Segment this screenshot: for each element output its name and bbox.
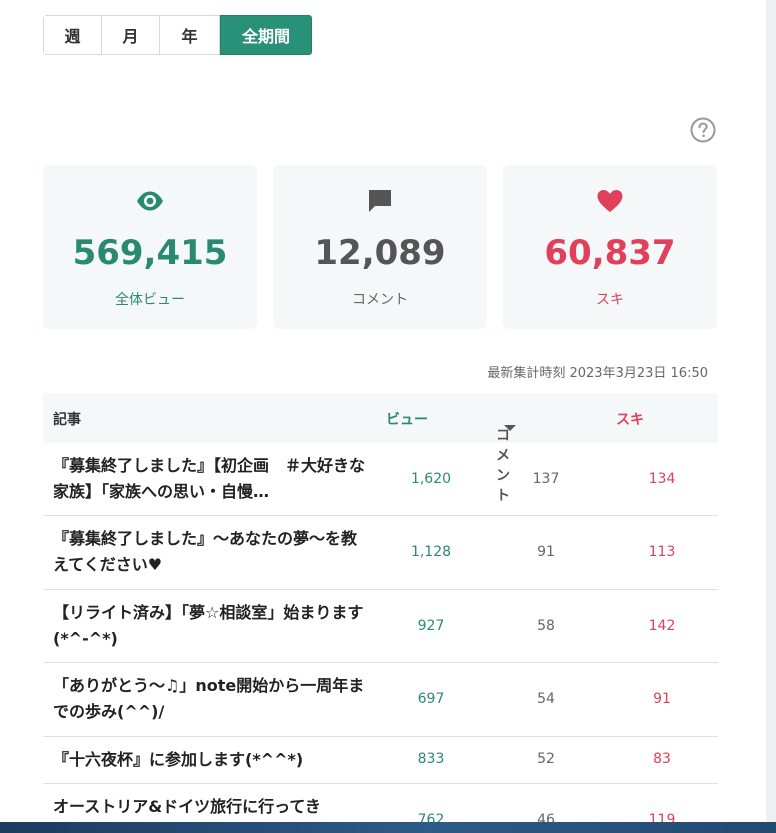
article-likes: 83 bbox=[653, 751, 671, 767]
table-row: 【リライト済み】「夢☆相談室」始まります(*^-^*) 927 58 142 bbox=[43, 590, 718, 663]
article-views: 927 bbox=[417, 618, 445, 634]
comment-icon bbox=[273, 187, 487, 215]
total-likes-label: スキ bbox=[596, 292, 624, 308]
article-views: 762 bbox=[417, 812, 445, 822]
article-likes: 119 bbox=[648, 812, 676, 822]
article-views: 833 bbox=[417, 751, 445, 767]
period-tabs: 週 月 年 全期間 bbox=[43, 15, 312, 55]
article-likes: 134 bbox=[648, 471, 676, 487]
table-row: 『募集終了しました』【初企画 ＃大好きな家族】「家族への思い・自慢… 1,620… bbox=[43, 443, 718, 516]
article-likes: 142 bbox=[648, 618, 676, 634]
article-comments: 58 bbox=[537, 618, 555, 634]
total-views-value: 569,415 bbox=[72, 233, 228, 273]
tab-year[interactable]: 年 bbox=[160, 16, 220, 54]
table-row: オーストリア&ドイツ旅行に行ってき 762 46 119 bbox=[43, 784, 718, 822]
tab-month[interactable]: 月 bbox=[102, 16, 160, 54]
likes-stat-card: 60,837 スキ bbox=[503, 165, 717, 329]
article-comments: 54 bbox=[537, 691, 555, 707]
article-title-link[interactable]: 『募集終了しました』【初企画 ＃大好きな家族】「家族への思い・自慢… bbox=[53, 453, 373, 505]
article-views: 1,128 bbox=[410, 544, 452, 560]
total-comments-value: 12,089 bbox=[314, 233, 446, 273]
sort-desc-icon bbox=[504, 425, 516, 431]
tab-all-time[interactable]: 全期間 bbox=[220, 15, 312, 55]
article-title-link[interactable]: 「ありがとう～♫」note開始から一周年までの歩み(^^)/ bbox=[53, 673, 373, 725]
article-title-link[interactable]: 『十六夜杯』に参加します(*^^*) bbox=[53, 747, 373, 773]
article-title-link[interactable]: 『募集終了しました』～あなたの夢～を教えてください♥ bbox=[53, 526, 373, 578]
article-likes: 113 bbox=[648, 544, 676, 560]
comments-stat-card: 12,089 コメント bbox=[273, 165, 487, 329]
column-header-views[interactable]: ビュー bbox=[386, 409, 428, 429]
last-updated-timestamp: 最新集計時刻 2023年3月23日 16:50 bbox=[487, 366, 708, 381]
table-row: 『十六夜杯』に参加します(*^^*) 833 52 83 bbox=[43, 737, 718, 784]
heart-icon bbox=[503, 187, 717, 215]
column-header-article: 記事 bbox=[53, 412, 81, 428]
taskbar bbox=[0, 822, 776, 833]
article-likes: 91 bbox=[653, 691, 671, 707]
total-likes-value: 60,837 bbox=[544, 233, 676, 273]
article-title-link[interactable]: 【リライト済み】「夢☆相談室」始まります(*^-^*) bbox=[53, 600, 373, 652]
article-comments: 46 bbox=[537, 812, 555, 822]
total-views-label: 全体ビュー bbox=[115, 292, 185, 308]
total-comments-label: コメント bbox=[352, 292, 408, 308]
scroll-gutter bbox=[766, 0, 776, 833]
article-title-link[interactable]: オーストリア&ドイツ旅行に行ってき bbox=[53, 794, 373, 820]
views-stat-card: 569,415 全体ビュー bbox=[43, 165, 257, 329]
article-views: 1,620 bbox=[410, 471, 452, 487]
table-header: 記事 ビュー コメント スキ bbox=[43, 393, 718, 504]
table-row: 「ありがとう～♫」note開始から一周年までの歩み(^^)/ 697 54 91 bbox=[43, 663, 718, 737]
article-comments: 52 bbox=[537, 751, 555, 767]
column-header-likes[interactable]: スキ bbox=[616, 409, 644, 429]
help-icon[interactable] bbox=[690, 117, 716, 143]
eye-icon bbox=[43, 187, 257, 215]
article-comments: 91 bbox=[537, 544, 555, 560]
tab-week[interactable]: 週 bbox=[44, 16, 102, 54]
article-comments: 137 bbox=[532, 471, 560, 487]
table-row: 『募集終了しました』～あなたの夢～を教えてください♥ 1,128 91 113 bbox=[43, 516, 718, 590]
article-views: 697 bbox=[417, 691, 445, 707]
